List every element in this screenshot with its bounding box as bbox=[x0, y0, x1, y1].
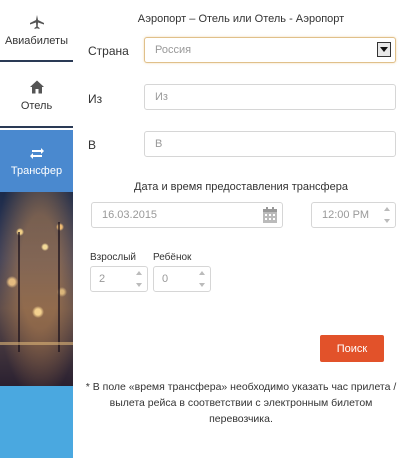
sidebar-bottom-panel bbox=[0, 386, 73, 458]
date-input[interactable]: 16.03.2015 bbox=[91, 202, 283, 228]
to-input[interactable]: В bbox=[144, 131, 396, 157]
date-value: 16.03.2015 bbox=[102, 209, 158, 221]
from-input[interactable]: Из bbox=[144, 84, 396, 110]
chevron-down-icon[interactable] bbox=[377, 42, 391, 57]
adult-value: 2 bbox=[99, 273, 106, 285]
tab-flights[interactable]: Авиабилеты bbox=[0, 0, 73, 62]
datetime-heading: Дата и время предоставления трансфера bbox=[134, 181, 348, 193]
tab-hotel[interactable]: Отель bbox=[0, 64, 73, 128]
tab-hotel-label: Отель bbox=[20, 99, 53, 112]
from-placeholder: Из bbox=[155, 91, 168, 103]
time-value: 12:00 PM bbox=[322, 209, 370, 221]
child-label: Ребёнок bbox=[153, 252, 192, 263]
child-value: 0 bbox=[162, 273, 169, 285]
tab-flights-label: Авиабилеты bbox=[4, 34, 68, 47]
to-placeholder: В bbox=[155, 138, 163, 150]
airplane-icon bbox=[29, 14, 44, 29]
from-label: Из bbox=[88, 92, 103, 106]
tab-transfer[interactable]: Трансфер bbox=[0, 130, 73, 192]
transfer-note: * В поле «время трансфера» необходимо ук… bbox=[85, 381, 397, 425]
country-select[interactable]: Россия bbox=[144, 37, 396, 63]
country-value: Россия bbox=[155, 44, 192, 56]
country-label: Страна bbox=[88, 44, 129, 58]
child-spinner[interactable] bbox=[199, 271, 207, 287]
calendar-icon[interactable] bbox=[262, 206, 278, 224]
search-button[interactable]: Поиск bbox=[320, 335, 384, 362]
time-spinner[interactable] bbox=[384, 207, 392, 223]
to-label: В bbox=[88, 138, 97, 152]
adult-spinner[interactable] bbox=[136, 271, 144, 287]
time-input[interactable]: 12:00 PM bbox=[311, 202, 396, 228]
adult-label: Взрослый bbox=[90, 252, 136, 263]
home-icon bbox=[29, 80, 44, 93]
tab-transfer-label: Трансфер bbox=[10, 164, 63, 177]
child-stepper[interactable]: 0 bbox=[153, 266, 211, 292]
form-title: Аэропорт – Отель или Отель - Аэропорт bbox=[137, 13, 345, 25]
city-night-photo bbox=[0, 192, 73, 386]
sidebar: Авиабилеты Отель Трансфер bbox=[0, 0, 73, 458]
adult-stepper[interactable]: 2 bbox=[90, 266, 148, 292]
swap-arrows-icon bbox=[29, 147, 44, 159]
transfer-form: Аэропорт – Отель или Отель - Аэропорт Ст… bbox=[73, 0, 409, 458]
